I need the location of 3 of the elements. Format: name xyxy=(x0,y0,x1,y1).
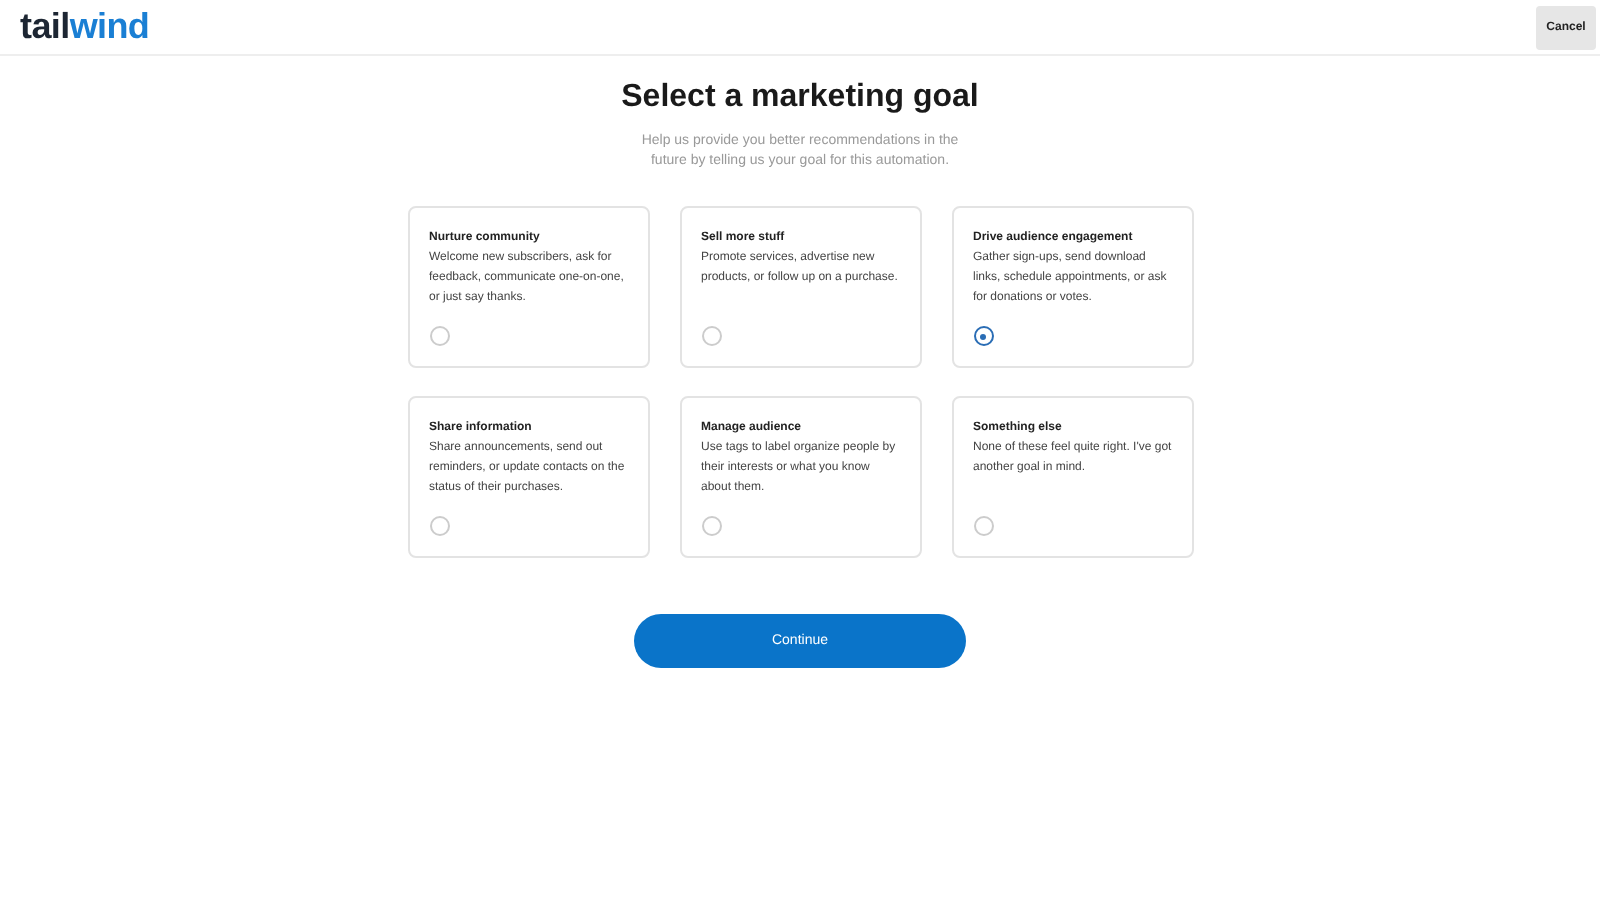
page-title: Select a marketing goal xyxy=(621,80,979,116)
radio-button[interactable] xyxy=(973,326,993,346)
logo: tailwind xyxy=(20,6,150,48)
